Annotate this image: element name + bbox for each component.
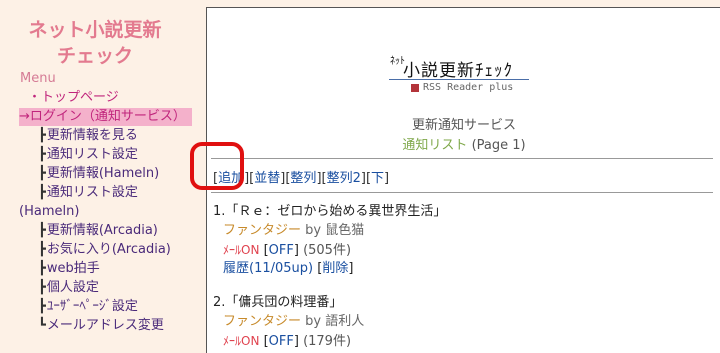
- author-name: 語利人: [325, 314, 365, 329]
- update-count: (505件): [303, 243, 352, 258]
- nav-label: 通知リスト設定: [46, 147, 138, 162]
- nav-label: メールアドレス変更: [46, 318, 164, 333]
- sort-link[interactable]: 整列: [290, 171, 316, 186]
- nav-change-email[interactable]: ┗メールアドレス変更: [38, 317, 164, 335]
- down-link[interactable]: 下: [371, 171, 384, 186]
- by-label: by: [305, 314, 322, 329]
- by-label: by: [305, 223, 322, 238]
- notify-list-link[interactable]: 通知リスト: [402, 138, 467, 153]
- site-logo: ﾈｯﾄ 小説更新ﾁｪｯｸ RSS Reader plus: [387, 48, 537, 100]
- nav-label: 更新情報(Hameln): [46, 166, 160, 181]
- service-subtitle: 通知リスト (Page 1): [207, 134, 720, 153]
- nav-notify-list-settings[interactable]: ┣通知リスト設定: [38, 146, 138, 164]
- history-link[interactable]: 履歴(11/05up): [223, 261, 313, 276]
- tree-branch-icon: ┣: [38, 223, 46, 238]
- nav-notify-list-settings-hameln[interactable]: ┣通知リスト設定: [38, 184, 138, 202]
- novel-title[interactable]: 2.「傭兵団の料理番」: [213, 295, 342, 310]
- sort2-link[interactable]: 整列2: [327, 171, 361, 186]
- logo-name: 小説更新ﾁｪｯｸ: [403, 61, 513, 81]
- logo-subtitle: RSS Reader plus: [423, 82, 514, 93]
- nav-favorites-arcadia[interactable]: ┣お気に入り(Arcadia): [38, 241, 171, 259]
- tree-branch-icon: ┣: [38, 147, 46, 162]
- mail-off-link[interactable]: OFF: [269, 334, 294, 349]
- logo-underline: [389, 79, 529, 80]
- page-indicator: (Page 1): [471, 138, 526, 153]
- divider: [211, 158, 713, 159]
- divider: [211, 192, 713, 193]
- sidebar: ネット小説更新 チェック Menu ・トップページ →ログイン（通知サービス） …: [0, 0, 200, 352]
- nav-label: 更新情報(Arcadia): [46, 223, 158, 238]
- tree-branch-icon: ┣: [38, 128, 46, 143]
- author-name: 鼠色猫: [325, 223, 365, 238]
- nav-label: 更新情報を見る: [46, 128, 138, 143]
- service-title: 更新通知サービス: [411, 118, 516, 133]
- menu-label: Menu: [20, 71, 56, 86]
- nav-personal-settings[interactable]: ┣個人設定: [38, 279, 99, 297]
- tree-branch-icon: ┣: [38, 185, 46, 200]
- mail-off-link[interactable]: OFF: [269, 243, 294, 258]
- tree-branch-icon: ┣: [38, 242, 46, 257]
- main-panel: ﾈｯﾄ 小説更新ﾁｪｯｸ RSS Reader plus 更新通知サービス 通知…: [190, 7, 720, 353]
- nav-view-updates[interactable]: ┣更新情報を見る: [38, 127, 138, 145]
- novel-title[interactable]: 1.「Ｒｅ：ゼロから始める異世界生活」: [213, 204, 446, 219]
- nav-updates-hameln[interactable]: ┣更新情報(Hameln): [38, 165, 159, 183]
- genre-link[interactable]: ファンタジー: [223, 314, 301, 329]
- tree-branch-icon: ┣: [38, 166, 46, 181]
- genre-link[interactable]: ファンタジー: [223, 223, 301, 238]
- nav-hameln-suffix[interactable]: (Hameln): [19, 203, 79, 221]
- site-title-line2[interactable]: チェック: [0, 43, 190, 69]
- nav-label: web拍手: [46, 261, 100, 276]
- nav-login-notification[interactable]: →ログイン（通知サービス）: [19, 108, 192, 126]
- nav-top-page[interactable]: ・トップページ: [28, 89, 119, 107]
- tree-branch-icon: ┣: [38, 261, 46, 276]
- highlight-annotation: [190, 142, 244, 190]
- nav-label: 個人設定: [46, 280, 99, 295]
- nav-label: 通知リスト設定: [46, 185, 138, 200]
- mail-on-label: ﾒｰﾙON: [223, 334, 260, 348]
- tree-branch-icon: ┣: [38, 280, 46, 295]
- logo-square-icon: [411, 84, 419, 92]
- mail-on-label: ﾒｰﾙON: [223, 243, 260, 257]
- nav-web-clap[interactable]: ┣web拍手: [38, 260, 100, 278]
- nav-label: ﾕｰｻﾞｰﾍﾟｰｼﾞ設定: [46, 299, 138, 314]
- delete-link[interactable]: 削除: [322, 261, 348, 276]
- reorder-link[interactable]: 並替: [254, 171, 280, 186]
- tree-branch-icon: ┣: [38, 299, 46, 314]
- nav-user-page-settings[interactable]: ┣ﾕｰｻﾞｰﾍﾟｰｼﾞ設定: [38, 298, 138, 316]
- update-count: (179件): [303, 334, 352, 349]
- nav-updates-arcadia[interactable]: ┣更新情報(Arcadia): [38, 222, 158, 240]
- nav-label: お気に入り(Arcadia): [46, 242, 171, 257]
- tree-end-icon: ┗: [38, 318, 46, 333]
- site-title[interactable]: ネット小説更新: [0, 17, 190, 43]
